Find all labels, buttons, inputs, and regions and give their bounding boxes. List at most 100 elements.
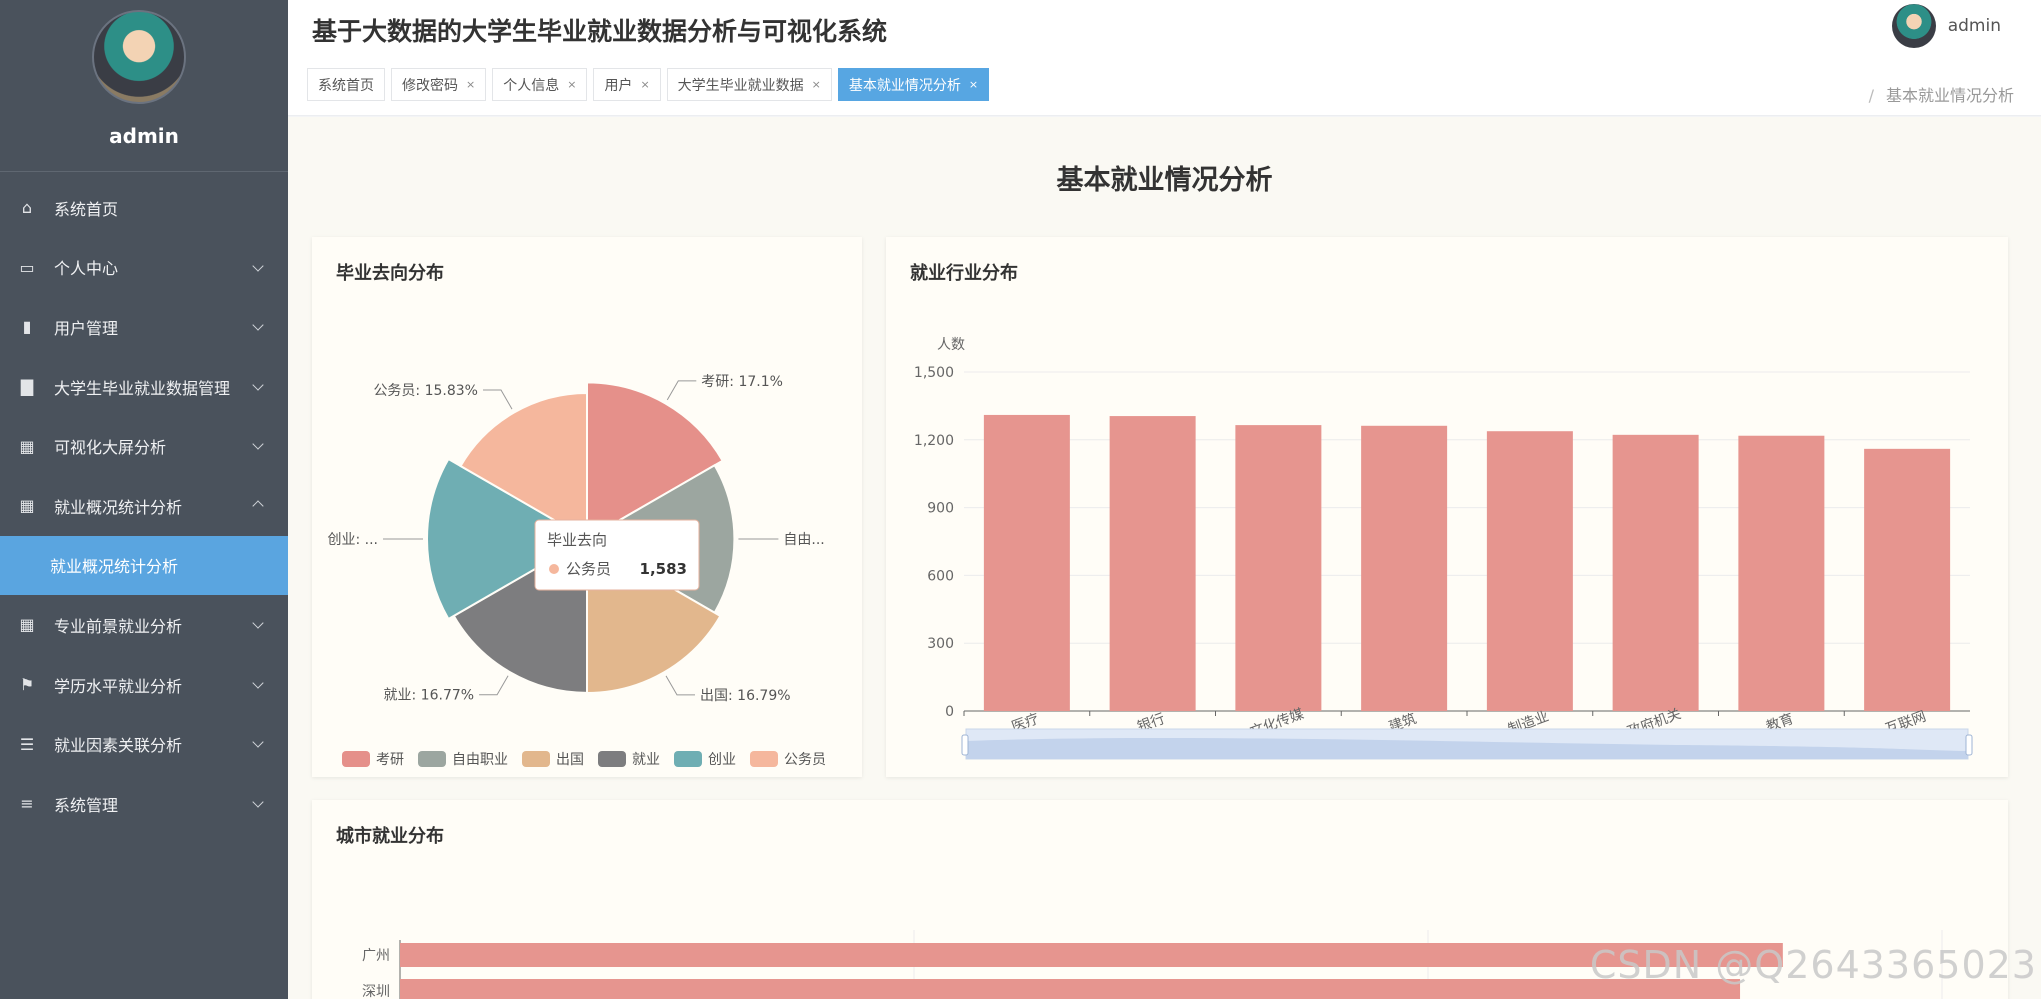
books-icon: ▮ <box>22 317 32 337</box>
main-content: 基本就业情况分析 毕业去向分布 考研: 17.1% 自由... 出国: 16.79%… <box>288 117 2041 999</box>
pie-slice-label: 考研: 17.1% <box>701 374 783 390</box>
sidebar: admin ⌂ 系统首页 ▭ 个人中心 ▮ 用户管理 ▇ 大学生毕业就业数据管理 ▦ 可视化大屏分… <box>0 0 288 999</box>
legend-label[interactable]: 创业 <box>708 752 736 768</box>
tab-label: 个人信息 <box>503 77 560 94</box>
legend-label[interactable]: 公务员 <box>784 752 826 768</box>
list-icon: ≡ <box>20 794 34 814</box>
sidebar-item-label: 就业因素关联分析 <box>54 736 183 756</box>
datazoom-handle-right[interactable] <box>1965 734 1973 756</box>
bar[interactable] <box>1612 434 1699 711</box>
sidebar-item[interactable]: ▭ 个人中心 <box>0 238 288 298</box>
sidebar-item[interactable]: ☰ 就业因素关联分析 <box>0 714 288 774</box>
sidebar-item[interactable]: ▮ 用户管理 <box>0 297 288 357</box>
tab-label: 大学生毕业就业数据 <box>677 77 804 94</box>
industry-bar-chart[interactable]: 人数03006009001,2001,500医疗 银行 文化传媒 建筑 制造业 政府机关教… <box>886 237 2008 777</box>
breadcrumb: / 基本就业情况分析 <box>1869 82 2014 106</box>
pie-chart-card: 毕业去向分布 考研: 17.1% 自由... 出国: 16.79% 就业: 16.77… <box>312 237 862 777</box>
bar[interactable] <box>1235 425 1322 711</box>
sidebar-item[interactable]: ▦ 就业概况统计分析 <box>0 476 288 536</box>
tab[interactable]: 基本就业情况分析 × <box>837 68 990 101</box>
y-tick-label: 1,500 <box>914 365 954 381</box>
user-avatar[interactable] <box>1891 4 1936 48</box>
close-icon[interactable]: × <box>640 78 649 91</box>
legend-label[interactable]: 考研 <box>376 752 404 768</box>
tab[interactable]: 系统首页 <box>307 68 385 101</box>
sidebar-item[interactable]: ▦ 专业前景就业分析 <box>0 595 288 655</box>
bar-chart-card: 就业行业分布 人数 0 300 600 900 1,200 1,500 医疗 银行 文化传媒 建筑制… <box>886 237 2008 777</box>
y-tick-label: 600 <box>927 568 954 584</box>
pie-slice-label: 就业: 16.77% <box>384 688 475 704</box>
sidebar-item-label: 个人中心 <box>54 259 119 279</box>
y-tick-label: 深圳 <box>362 984 390 999</box>
avatar[interactable] <box>92 10 186 104</box>
bar[interactable] <box>400 979 1741 999</box>
home-icon: ⌂ <box>21 198 33 218</box>
bar[interactable] <box>983 414 1070 711</box>
pie-slice-label: 出国: 16.79% <box>700 688 791 704</box>
close-icon[interactable]: × <box>466 78 475 91</box>
sidebar-item[interactable]: ▦ 可视化大屏分析 <box>0 416 288 476</box>
sidebar-item-label: 可视化大屏分析 <box>54 438 167 458</box>
sidebar-item-label: 学历水平就业分析 <box>54 676 183 696</box>
legend-swatch[interactable] <box>674 751 702 767</box>
tooltip-marker <box>549 564 559 574</box>
grid-icon: ▦ <box>19 436 35 456</box>
bar[interactable] <box>1738 435 1825 711</box>
pie-slice-label: 创业: ... <box>327 532 378 548</box>
bar[interactable] <box>400 943 1783 967</box>
breadcrumb-current: 基本就业情况分析 <box>1885 86 2014 105</box>
legend-label[interactable]: 就业 <box>632 752 660 768</box>
datazoom-handle-left[interactable] <box>961 734 969 756</box>
grid-icon: ▦ <box>19 615 35 635</box>
tab-label: 用户 <box>604 77 633 94</box>
bar[interactable] <box>1109 416 1196 711</box>
tab-label: 修改密码 <box>402 77 458 94</box>
sidebar-menu: ⌂ 系统首页 ▭ 个人中心 ▮ 用户管理 ▇ 大学生毕业就业数据管理 ▦ 可视化大屏分析 ▦ 就业概况… <box>0 178 288 834</box>
sidebar-item[interactable]: ⚑ 学历水平就业分析 <box>0 655 288 715</box>
chevron-down-icon <box>252 379 264 392</box>
legend-swatch[interactable] <box>522 751 550 767</box>
y-tick-label: 广州 <box>362 948 390 964</box>
user-name[interactable]: admin <box>1948 16 2001 36</box>
close-icon[interactable]: × <box>567 78 576 91</box>
y-tick-label: 0 <box>945 704 954 720</box>
bar[interactable] <box>1361 425 1448 711</box>
legend-swatch[interactable] <box>418 751 446 767</box>
card-icon: ▭ <box>19 257 35 277</box>
pie-slice-label: 自由... <box>783 532 824 548</box>
tab[interactable]: 修改密码 × <box>391 68 487 101</box>
y-axis-label: 人数 <box>937 337 965 353</box>
tab[interactable]: 大学生毕业就业数据 × <box>666 68 832 101</box>
sidebar-subitem-employment-overview[interactable]: 就业概况统计分析 <box>0 535 288 596</box>
tab[interactable]: 用户 × <box>593 68 661 101</box>
user-menu[interactable]: admin <box>1891 4 2001 48</box>
sidebar-item[interactable]: ▇ 大学生毕业就业数据管理 <box>0 357 288 417</box>
legend-swatch[interactable] <box>750 751 778 767</box>
tab[interactable]: 个人信息 × <box>492 68 588 101</box>
grid-icon: ▦ <box>19 496 35 516</box>
legend-swatch[interactable] <box>342 751 370 767</box>
legend-label[interactable]: 自由职业 <box>452 752 508 768</box>
app-title: 基于大数据的大学生毕业就业数据分析与可视化系统 <box>312 17 888 46</box>
chevron-down-icon <box>252 617 264 630</box>
tooltip-value: 1,583 <box>640 560 687 578</box>
sidebar-item-label: 就业概况统计分析 <box>54 497 183 517</box>
legend-label[interactable]: 出国 <box>556 752 584 768</box>
sidebar-item[interactable]: ≡ 系统管理 <box>0 774 288 834</box>
bar[interactable] <box>1864 448 1951 711</box>
pie-chart[interactable]: 考研: 17.1% 自由... 出国: 16.79% 就业: 16.77% 创业: ..… <box>312 237 862 777</box>
tab-label: 基本就业情况分析 <box>848 77 961 94</box>
close-icon[interactable]: × <box>969 78 978 91</box>
legend-swatch[interactable] <box>598 751 626 767</box>
breadcrumb-separator: / <box>1868 86 1874 105</box>
watermark: CSDN @Q2643365023 <box>1589 943 2037 987</box>
tooltip-series: 公务员 <box>566 560 611 578</box>
pie-label-line <box>666 380 697 401</box>
sidebar-item[interactable]: ⌂ 系统首页 <box>0 178 288 238</box>
pie-label-line <box>665 675 695 696</box>
sidebar-item-label: 系统管理 <box>54 795 119 815</box>
chevron-down-icon <box>252 796 264 809</box>
close-icon[interactable]: × <box>812 78 821 91</box>
bar[interactable] <box>1486 431 1573 711</box>
chevron-down-icon <box>252 319 264 332</box>
